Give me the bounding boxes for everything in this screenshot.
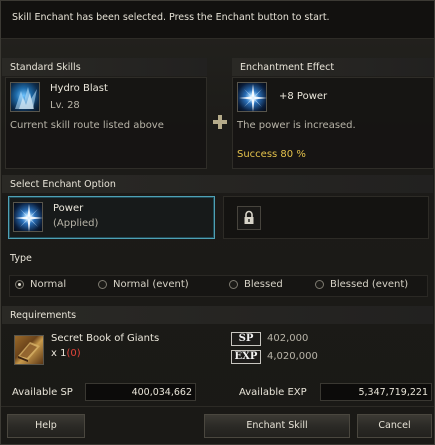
available-exp-label: Available EXP: [239, 387, 307, 398]
skill-level: Lv. 28: [50, 100, 80, 111]
select-option-header-label: Select Enchant Option: [10, 179, 116, 190]
radio-dot: [98, 280, 107, 289]
type-header-label: Type: [10, 253, 32, 264]
radio-dot: [315, 280, 324, 289]
enchantment-effect-header-label: Enchantment Effect: [240, 62, 335, 73]
type-header: Type: [2, 249, 433, 267]
required-exp-value: 4,020,000: [267, 351, 318, 362]
cancel-button[interactable]: Cancel: [357, 414, 432, 438]
cancel-button-label: Cancel: [378, 420, 411, 431]
secret-book-icon[interactable]: [14, 335, 44, 365]
required-sp-value: 402,000: [267, 333, 309, 344]
requirement-item-qty: x 1(0): [51, 348, 81, 359]
enchant-option-power[interactable]: Power (Applied): [8, 196, 215, 239]
requirements-header: Requirements: [2, 306, 433, 324]
radio-label: Blessed (event): [330, 279, 409, 290]
available-sp-label: Available SP: [12, 387, 73, 398]
item-qty-required: x 1: [51, 348, 67, 359]
enchantment-effect-header: Enchantment Effect: [232, 58, 434, 76]
radio-dot: [229, 280, 238, 289]
requirements-header-label: Requirements: [10, 310, 77, 321]
enchant-skill-button[interactable]: Enchant Skill: [204, 414, 350, 438]
available-sp-value: 400,034,662: [131, 387, 192, 398]
plus-icon: [213, 115, 227, 129]
select-option-header: Select Enchant Option: [2, 175, 433, 193]
enchant-skill-button-label: Enchant Skill: [246, 420, 308, 431]
standard-skills-header-label: Standard Skills: [10, 62, 81, 73]
option-state: (Applied): [53, 218, 99, 229]
skill-route-note: Current skill route listed above: [10, 120, 164, 131]
item-qty-owned: (0): [66, 348, 81, 359]
available-exp-value: 5,347,719,221: [358, 387, 428, 398]
exp-badge-label: EXP: [234, 351, 258, 362]
help-button[interactable]: Help: [7, 414, 85, 438]
skill-name: Hydro Blast: [50, 83, 108, 94]
radio-label: Blessed: [244, 279, 283, 290]
standard-skills-header: Standard Skills: [2, 58, 207, 76]
power-option-star-icon: [13, 202, 43, 232]
sp-badge: SP: [231, 332, 261, 346]
exp-badge: EXP: [231, 350, 261, 364]
sp-badge-label: SP: [238, 333, 254, 344]
lock-icon: [237, 206, 261, 230]
effect-description: The power is increased.: [237, 120, 356, 131]
skill-enchant-window: Skill Enchant has been selected. Press t…: [0, 0, 435, 445]
requirement-item-name: Secret Book of Giants: [51, 333, 160, 344]
available-sp-field: 400,034,662: [85, 383, 196, 401]
help-button-label: Help: [35, 420, 57, 431]
notice-text: Skill Enchant has been selected. Press t…: [12, 12, 330, 23]
option-name: Power: [53, 203, 84, 214]
hydro-blast-skill-icon[interactable]: [10, 82, 40, 112]
available-exp-field: 5,347,719,221: [320, 383, 432, 401]
effect-name: +8 Power: [279, 91, 328, 102]
power-star-icon: [237, 82, 267, 112]
radio-label: Normal: [30, 279, 67, 290]
radio-dot: [15, 280, 24, 289]
notice-bar: Skill Enchant has been selected. Press t…: [1, 1, 434, 39]
radio-label: Normal (event): [113, 279, 189, 290]
success-rate: Success 80 %: [237, 149, 306, 160]
